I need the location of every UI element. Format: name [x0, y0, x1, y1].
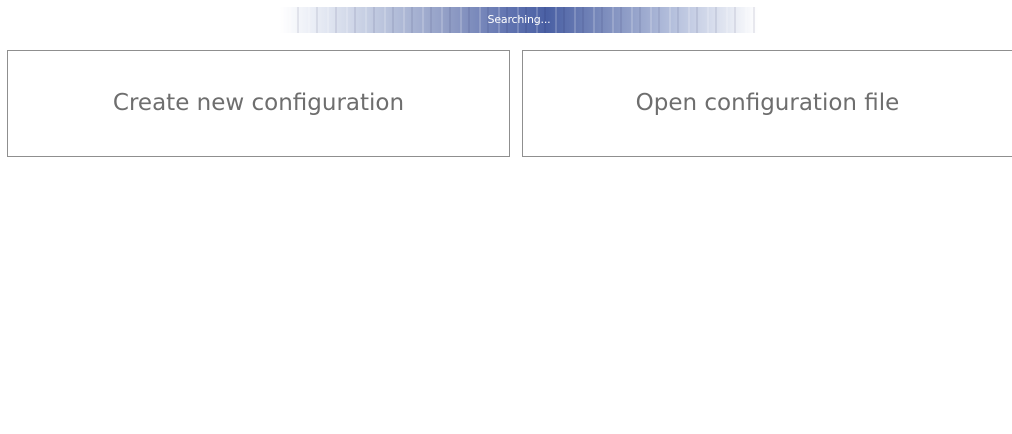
- status-text: Searching...: [487, 13, 551, 26]
- searching-progress-bar: Searching...: [280, 7, 758, 33]
- open-configuration-file-button[interactable]: Open configuration file: [522, 50, 1012, 157]
- create-new-configuration-button[interactable]: Create new configuration: [7, 50, 510, 157]
